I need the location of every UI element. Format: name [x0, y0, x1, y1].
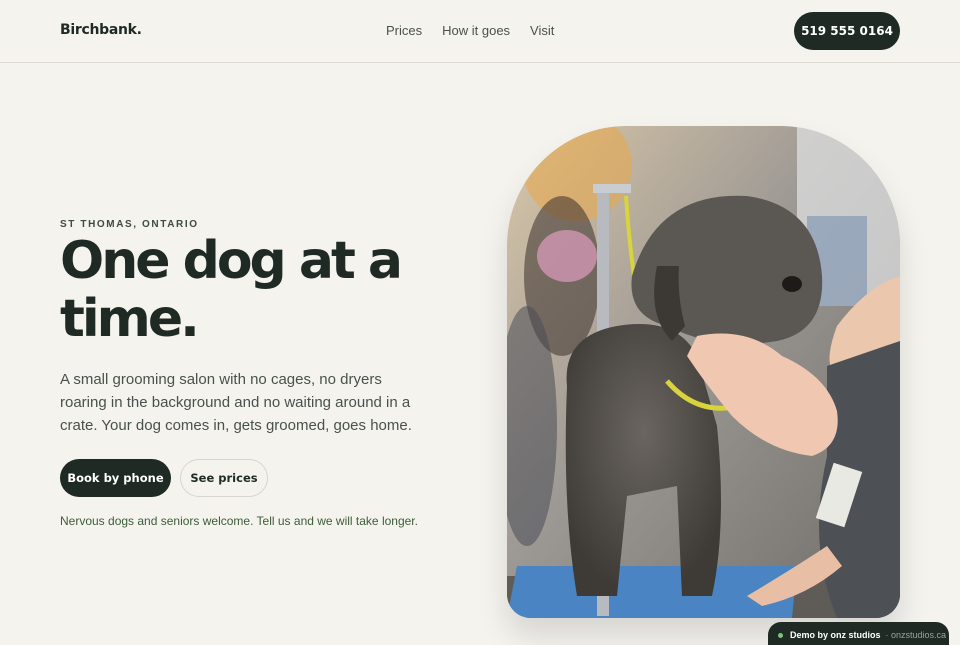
book-by-phone-button[interactable]: Book by phone: [60, 459, 171, 497]
main-nav: Prices How it goes Visit: [386, 23, 554, 38]
demo-credit-label: Demo by onz studios: [790, 630, 881, 640]
hero-description: A small grooming salon with no cages, no…: [60, 371, 412, 434]
phone-button[interactable]: 519 555 0164: [794, 12, 900, 50]
nav-item-visit[interactable]: Visit: [530, 23, 554, 38]
location-eyebrow: ST THOMAS, ONTARIO: [60, 219, 199, 230]
demo-credit-site[interactable]: · onzstudios.ca: [886, 630, 947, 640]
nav-item-how-it-goes[interactable]: How it goes: [442, 23, 510, 38]
see-prices-button[interactable]: See prices: [180, 459, 268, 497]
brand-logo[interactable]: Birchbank.: [60, 22, 142, 38]
demo-credit-badge[interactable]: Demo by onz studios · onzstudios.ca: [768, 622, 949, 645]
nav-item-prices[interactable]: Prices: [386, 23, 422, 38]
hero-photo-groomer-with-poodle: [507, 126, 900, 618]
site-header: Birchbank. Prices How it goes Visit 519 …: [0, 0, 960, 63]
hero-headline: One dog at a time.: [60, 231, 403, 349]
status-dot-icon: [778, 632, 783, 638]
hero-note: Nervous dogs and seniors welcome. Tell u…: [60, 514, 418, 528]
